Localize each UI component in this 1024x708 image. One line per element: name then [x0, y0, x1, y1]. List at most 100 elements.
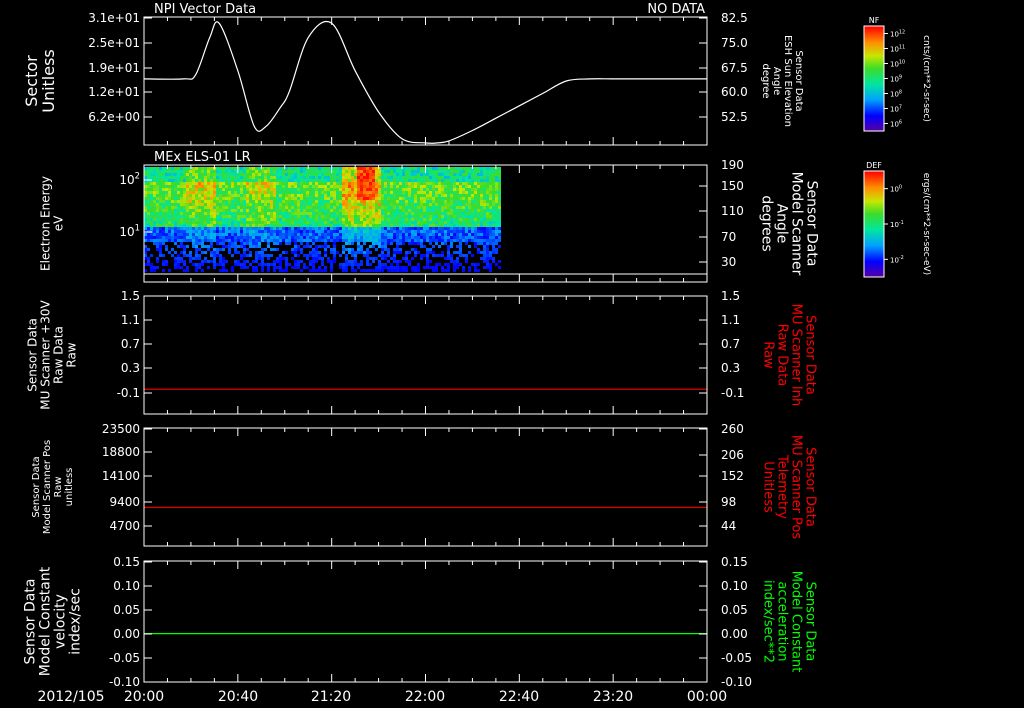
heatmap-cell — [393, 191, 396, 194]
heatmap-cell — [381, 263, 384, 266]
heatmap-cell — [450, 239, 453, 242]
heatmap-cell — [321, 188, 324, 191]
heatmap-cell — [342, 179, 345, 182]
heatmap-cell — [486, 251, 489, 254]
heatmap-cell — [420, 182, 423, 185]
heatmap-cell — [291, 215, 294, 218]
heatmap-cell — [222, 212, 225, 215]
heatmap-cell — [468, 191, 471, 194]
heatmap-cell — [345, 203, 348, 206]
heatmap-cell — [249, 212, 252, 215]
heatmap-cell — [234, 263, 237, 266]
heatmap-cell — [435, 236, 438, 239]
heatmap-cell — [423, 236, 426, 239]
heatmap-cell — [438, 191, 441, 194]
heatmap-cell — [306, 182, 309, 185]
heatmap-cell — [285, 260, 288, 263]
heatmap-cell — [195, 257, 198, 260]
heatmap-cell — [444, 230, 447, 233]
heatmap-cell — [180, 173, 183, 176]
heatmap-cell — [312, 212, 315, 215]
heatmap-cell — [177, 197, 180, 200]
heatmap-cell — [420, 233, 423, 236]
heatmap-cell — [150, 263, 153, 266]
heatmap-cell — [303, 212, 306, 215]
heatmap-cell — [354, 257, 357, 260]
heatmap-cell — [288, 179, 291, 182]
heatmap-cell — [285, 170, 288, 173]
heatmap-cell — [303, 221, 306, 224]
heatmap-cell — [174, 179, 177, 182]
heatmap-cell — [456, 212, 459, 215]
heatmap-cell — [204, 251, 207, 254]
heatmap-cell — [432, 239, 435, 242]
heatmap-cell — [456, 185, 459, 188]
heatmap-cell — [303, 245, 306, 248]
heatmap-cell — [393, 254, 396, 257]
heatmap-cell — [177, 173, 180, 176]
heatmap-cell — [255, 212, 258, 215]
heatmap-cell — [162, 185, 165, 188]
heatmap-cell — [225, 188, 228, 191]
heatmap-cell — [270, 227, 273, 230]
heatmap-cell — [444, 215, 447, 218]
heatmap-cell — [468, 173, 471, 176]
heatmap-cell — [381, 269, 384, 272]
heatmap-cell — [255, 218, 258, 221]
heatmap-cell — [426, 260, 429, 263]
heatmap-cell — [162, 182, 165, 185]
heatmap-cell — [351, 200, 354, 203]
heatmap-cell — [462, 194, 465, 197]
colorbar-unit: ergs/(cm**2-sr-sec-eV) — [921, 173, 931, 275]
heatmap-cell — [483, 251, 486, 254]
heatmap-cell — [162, 209, 165, 212]
heatmap-cell — [480, 224, 483, 227]
heatmap-cell — [333, 254, 336, 257]
heatmap-cell — [330, 179, 333, 182]
heatmap-cell — [213, 206, 216, 209]
heatmap-cell — [426, 230, 429, 233]
heatmap-cell — [309, 269, 312, 272]
y-axis-label-line: Unitless — [39, 49, 58, 113]
heatmap-cell — [336, 170, 339, 173]
heatmap-cell — [273, 167, 276, 170]
heatmap-cell — [300, 218, 303, 221]
heatmap-cell — [255, 185, 258, 188]
heatmap-cell — [363, 218, 366, 221]
heatmap-cell — [420, 230, 423, 233]
heatmap-cell — [369, 176, 372, 179]
heatmap-cell — [456, 179, 459, 182]
heatmap-cell — [201, 197, 204, 200]
heatmap-cell — [369, 209, 372, 212]
heatmap-cell — [261, 203, 264, 206]
heatmap-cell — [177, 254, 180, 257]
heatmap-cell — [186, 233, 189, 236]
heatmap-cell — [168, 173, 171, 176]
heatmap-cell — [387, 221, 390, 224]
heatmap-cell — [231, 254, 234, 257]
heatmap-cell — [255, 215, 258, 218]
heatmap-cell — [183, 191, 186, 194]
heatmap-cell — [429, 209, 432, 212]
heatmap-cell — [246, 239, 249, 242]
heatmap-cell — [237, 209, 240, 212]
heatmap-cell — [207, 185, 210, 188]
heatmap-cell — [147, 185, 150, 188]
heatmap-cell — [222, 188, 225, 191]
heatmap-cell — [387, 218, 390, 221]
heatmap-cell — [489, 179, 492, 182]
heatmap-cell — [384, 206, 387, 209]
heatmap-cell — [204, 212, 207, 215]
heatmap-cell — [384, 197, 387, 200]
heatmap-cell — [357, 227, 360, 230]
heatmap-cell — [147, 173, 150, 176]
heatmap-cell — [174, 176, 177, 179]
heatmap-cell — [450, 260, 453, 263]
heatmap-cell — [396, 179, 399, 182]
heatmap-cell — [333, 248, 336, 251]
y-tick-label-right: 206 — [721, 448, 744, 462]
heatmap-cell — [228, 185, 231, 188]
heatmap-cell — [420, 185, 423, 188]
heatmap-cell — [339, 173, 342, 176]
heatmap-cell — [447, 206, 450, 209]
